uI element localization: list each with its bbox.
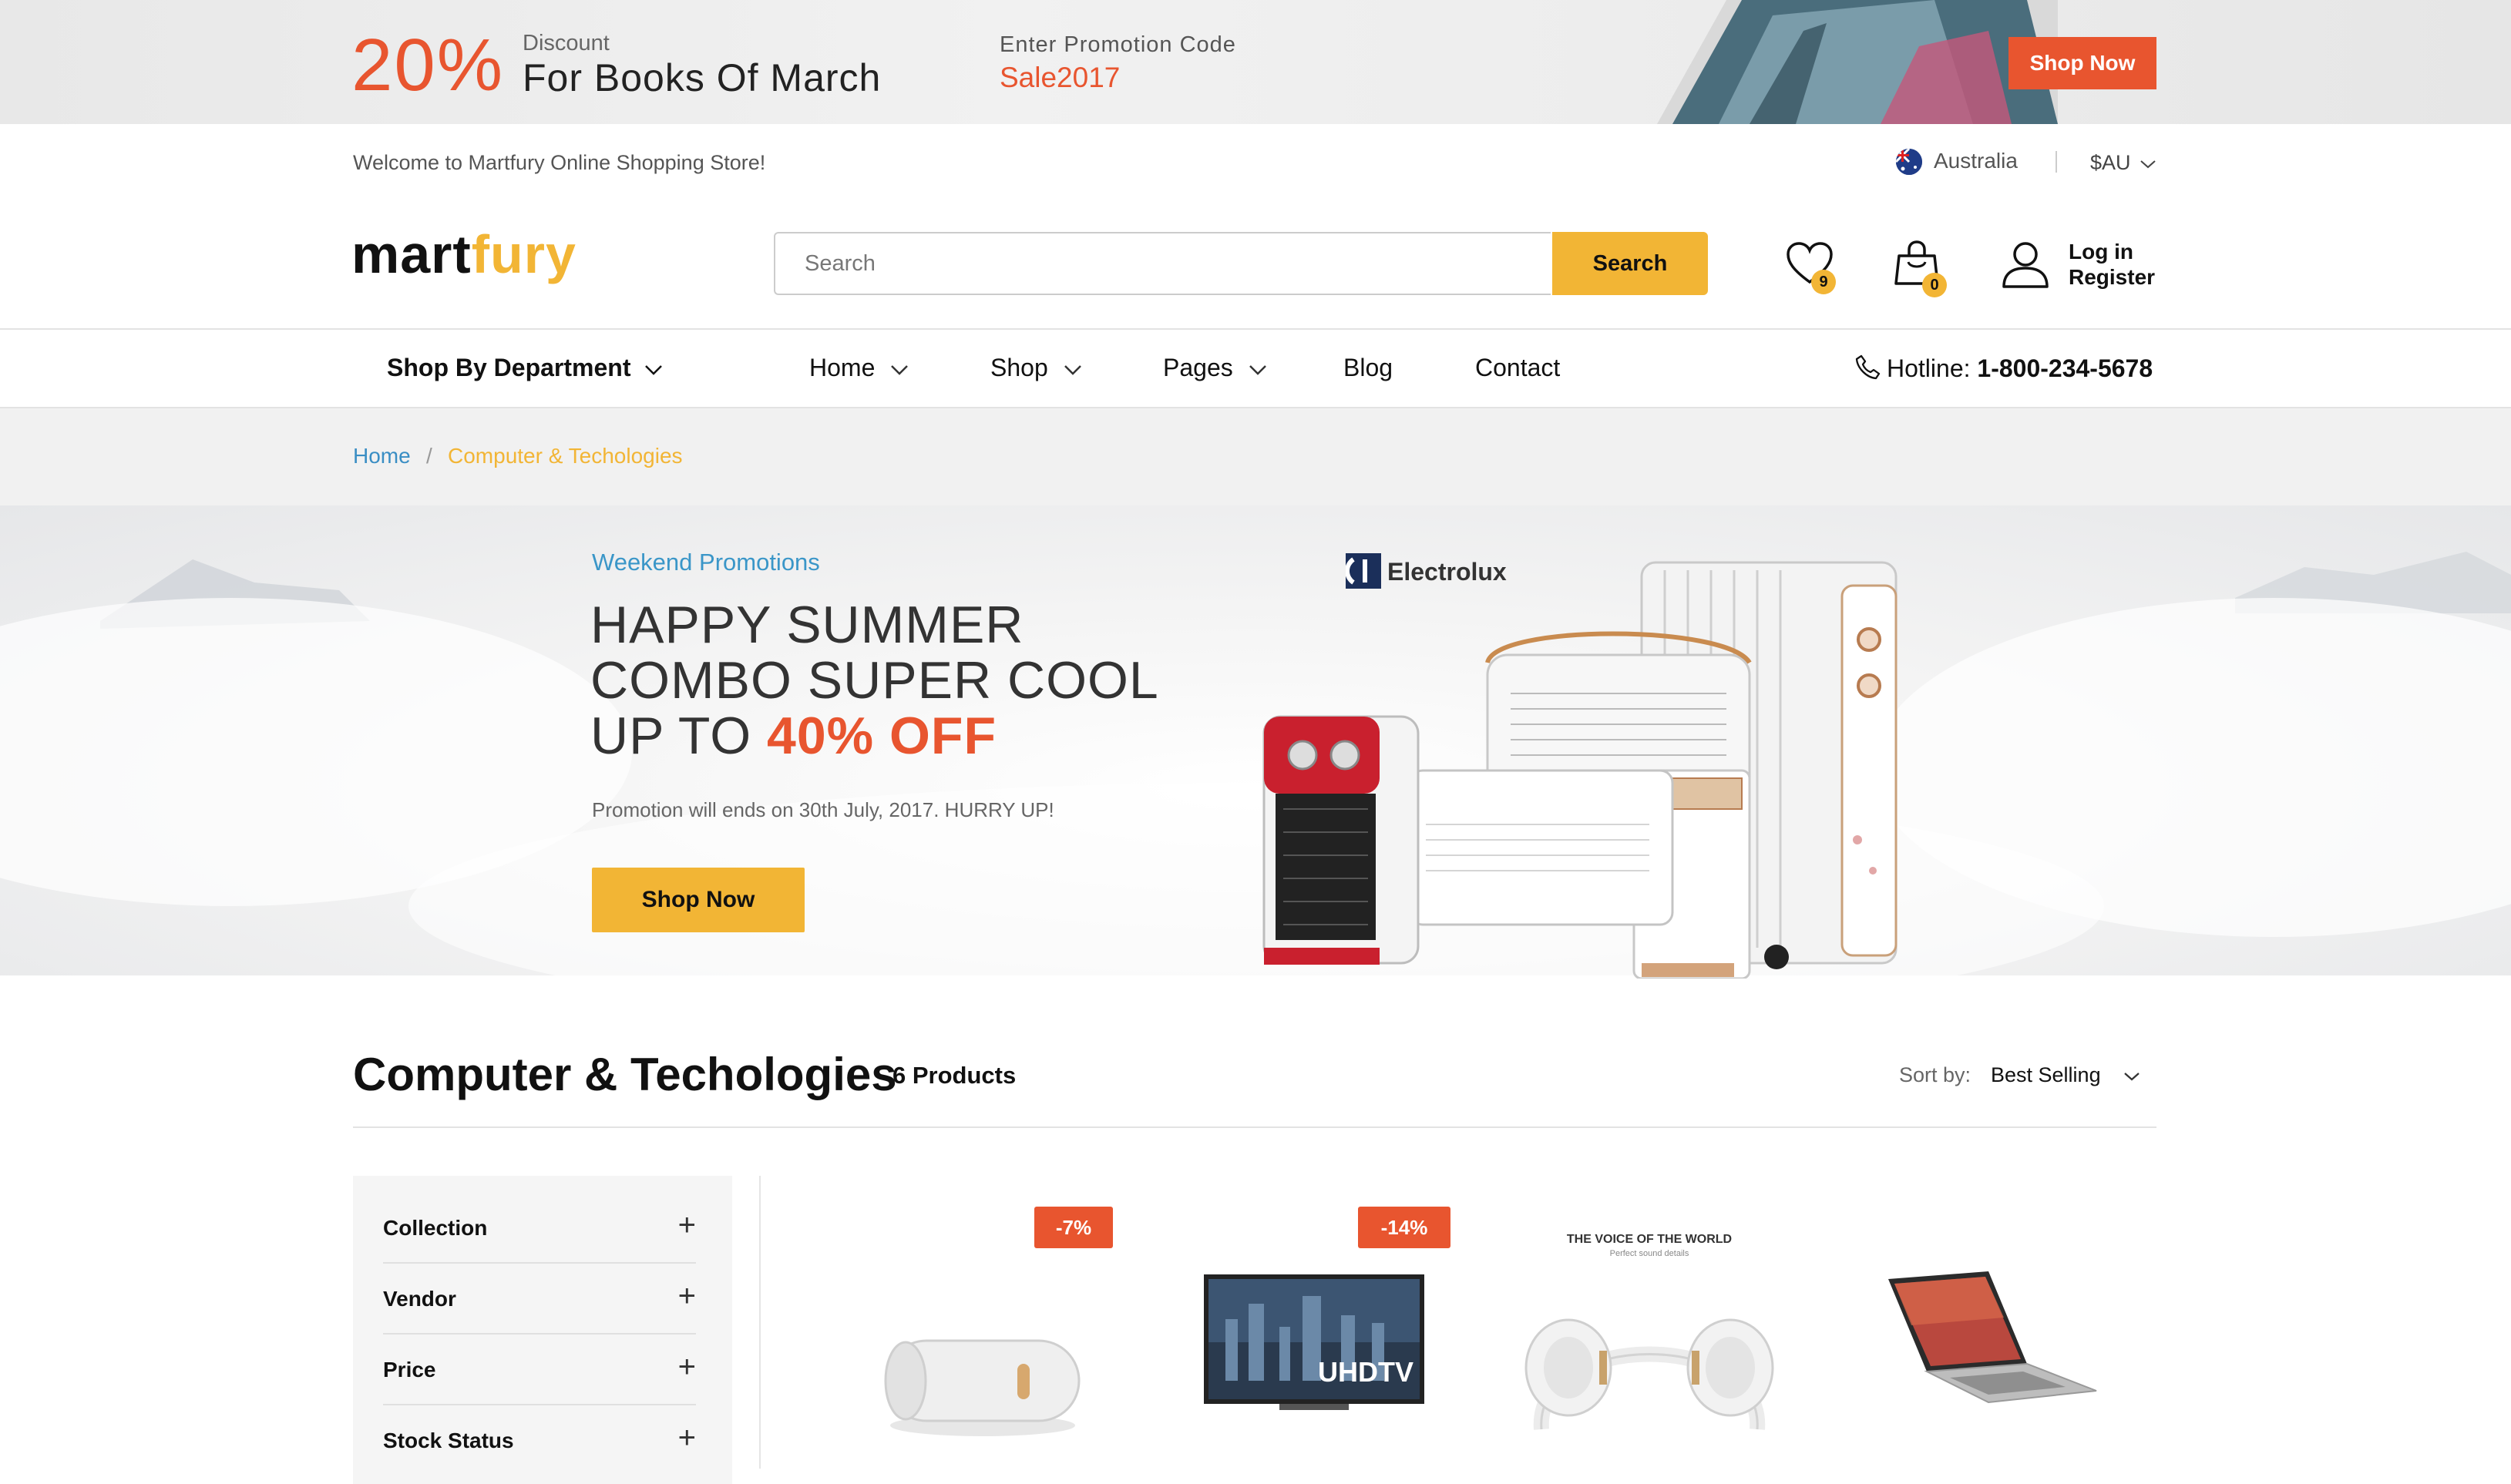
product-count: 6 Products	[892, 1062, 1017, 1089]
discount-badge: -14%	[1358, 1207, 1450, 1248]
tv-icon	[1204, 1274, 1424, 1410]
chevron-down-icon	[1249, 364, 1266, 375]
breadcrumb-current: Computer & Techologies	[448, 444, 683, 468]
filter-label: Vendor	[383, 1287, 456, 1311]
hero-tag: Weekend Promotions	[592, 549, 820, 576]
plus-icon[interactable]: +	[678, 1208, 696, 1243]
speaker-icon[interactable]	[871, 1325, 1094, 1441]
filter-price[interactable]: Price +	[383, 1335, 696, 1405]
search-field[interactable]	[774, 232, 1551, 295]
register-link[interactable]: Register	[2069, 264, 2155, 290]
headphones-icon	[1524, 1318, 1774, 1430]
hero-shop-now-button[interactable]: Shop Now	[592, 868, 805, 932]
sort-select[interactable]: Best Selling	[1991, 1063, 2140, 1087]
divider	[2056, 151, 2057, 173]
site-logo[interactable]: martfury	[351, 223, 576, 285]
chevron-down-icon	[2140, 160, 2156, 169]
hero-line-1: HAPPY SUMMER	[590, 596, 1024, 654]
phone-icon	[1855, 354, 1881, 380]
hotline-number: 1-800-234-5678	[1977, 354, 2153, 382]
filter-vendor[interactable]: Vendor +	[383, 1264, 696, 1335]
tv-product[interactable]: UHDTV	[1202, 1273, 1426, 1412]
wishlist-count-badge: 9	[1811, 270, 1836, 294]
login-link[interactable]: Log in	[2069, 239, 2155, 264]
nav-home[interactable]: Home	[809, 354, 909, 382]
promo-code: Sale2017	[1000, 62, 1121, 93]
filter-label: Stock Status	[383, 1429, 514, 1452]
chevron-down-icon	[645, 364, 663, 375]
filter-label: Price	[383, 1358, 436, 1382]
plus-icon[interactable]: +	[678, 1279, 696, 1314]
chevron-down-icon	[1064, 364, 1081, 375]
hero-highlight: 40% OFF	[767, 707, 997, 765]
breadcrumb-home[interactable]: Home	[353, 444, 411, 468]
plus-icon[interactable]: +	[678, 1421, 696, 1455]
nav-shop[interactable]: Shop	[990, 354, 1083, 382]
department-label: Shop By Department	[387, 354, 631, 381]
australia-flag-icon	[1896, 149, 1922, 175]
heaters-image	[1262, 561, 1898, 979]
shop-by-department-menu[interactable]: Shop By Department	[387, 354, 664, 382]
category-divider	[353, 1126, 2156, 1128]
headphones-product[interactable]: THE VOICE OF THE WORLD Perfect sound det…	[1511, 1229, 1803, 1452]
breadcrumb-separator: /	[426, 444, 432, 468]
logo-accent: fury	[471, 224, 576, 284]
user-icon[interactable]	[2001, 239, 2050, 290]
welcome-text: Welcome to Martfury Online Shopping Stor…	[353, 151, 766, 174]
search-button[interactable]: Search	[1552, 232, 1708, 295]
plus-icon[interactable]: +	[678, 1350, 696, 1385]
nav-pages[interactable]: Pages	[1163, 354, 1268, 382]
hero-note: Promotion will ends on 30th July, 2017. …	[592, 798, 1054, 821]
wishlist-button[interactable]: 9	[1785, 240, 1836, 294]
nav-pages-label: Pages	[1163, 354, 1233, 381]
chevron-down-icon	[2124, 1073, 2140, 1081]
cart-button[interactable]: 0	[1893, 239, 1947, 297]
promo-discount-label: Discount	[523, 31, 610, 55]
sort-value: Best Selling	[1991, 1063, 2101, 1086]
promo-headline: For Books Of March	[523, 56, 882, 99]
laptop-icon[interactable]	[1873, 1264, 2104, 1418]
filter-collection[interactable]: Collection +	[383, 1193, 696, 1264]
sort-label: Sort by:	[1899, 1063, 1971, 1086]
filter-stock-status[interactable]: Stock Status +	[383, 1405, 696, 1475]
hero-line-3: UP TO	[590, 707, 752, 765]
category-title: Computer & Techologies	[353, 1049, 897, 1100]
hotline: Hotline: 1-800-234-5678	[1854, 354, 2153, 383]
chevron-down-icon	[891, 364, 909, 375]
nav-shop-label: Shop	[990, 354, 1048, 381]
book-image	[1626, 0, 2058, 124]
currency-selector[interactable]: $AU	[2090, 151, 2156, 175]
tv-screen-text: UHDTV	[1318, 1356, 1413, 1388]
cart-count-badge: 0	[1922, 273, 1947, 297]
product-subcaption: Perfect sound details	[1609, 1249, 1689, 1258]
hotline-label: Hotline:	[1887, 354, 1971, 382]
product-caption: THE VOICE OF THE WORLD	[1566, 1233, 1733, 1246]
filter-label: Collection	[383, 1216, 488, 1240]
logo-main: mart	[351, 224, 472, 284]
account-links[interactable]: Log in Register	[2069, 239, 2155, 290]
nav-contact[interactable]: Contact	[1475, 354, 1560, 382]
promo-shop-now-button[interactable]: Shop Now	[2008, 37, 2156, 89]
nav-home-label: Home	[809, 354, 876, 381]
nav-blog[interactable]: Blog	[1343, 354, 1393, 382]
search-input[interactable]	[775, 233, 1551, 294]
promo-percent: 20%	[351, 24, 505, 106]
sidebar-divider	[759, 1176, 761, 1469]
hero-headline: HAPPY SUMMER COMBO SUPER COOL UP TO 40% …	[590, 597, 1159, 764]
promo-code-label: Enter Promotion Code	[1000, 32, 1236, 57]
header-divider	[0, 328, 2511, 330]
discount-badge: -7%	[1034, 1207, 1113, 1248]
hero-line-2: COMBO SUPER COOL	[590, 651, 1159, 710]
country-selector[interactable]: Australia	[1934, 149, 2018, 173]
currency-label: $AU	[2090, 151, 2131, 174]
